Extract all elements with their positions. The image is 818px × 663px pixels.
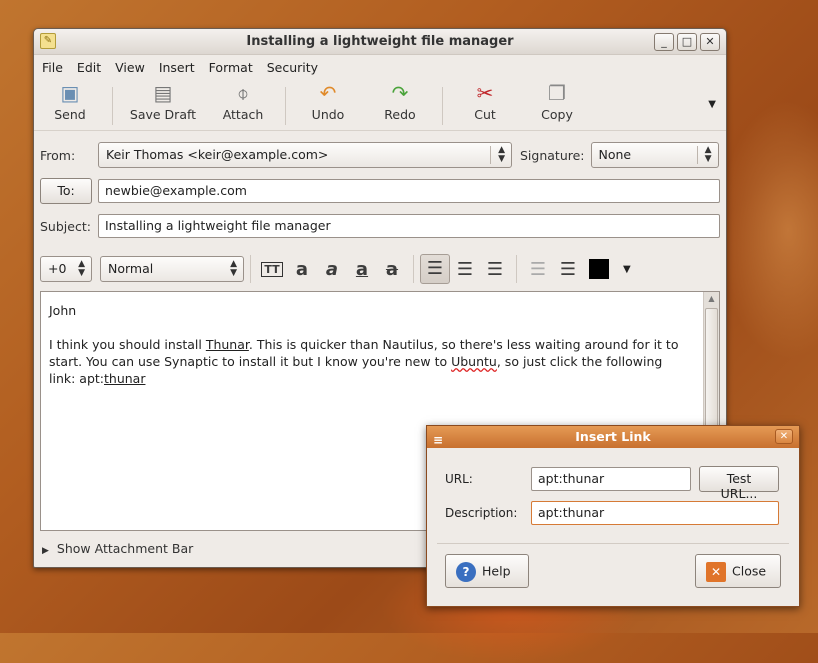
format-separator — [413, 255, 414, 283]
paragraph-style-value: Normal — [108, 261, 154, 276]
link-thunar[interactable]: thunar — [104, 371, 145, 386]
attach-button[interactable]: ⌽ Attach — [207, 81, 279, 122]
send-icon: ▣ — [60, 81, 80, 105]
help-icon: ? — [456, 562, 476, 582]
message-body: John I think you should install Thunar. … — [41, 292, 719, 387]
menu-bar: File Edit View Insert Format Security — [34, 55, 726, 79]
undo-button[interactable]: ↶ Undo — [292, 81, 364, 122]
redo-arrow-icon: ↷ — [391, 81, 409, 105]
copy-icon: ❐ — [548, 81, 566, 105]
toolbar-separator — [442, 87, 443, 125]
expander-arrow-icon: ▶ — [42, 546, 49, 556]
format-toolbar: +0 ▲ ▼ Normal ▲ ▼ TT a a a a ☰ ☰ ☰ ☰ ☰ ▼ — [40, 251, 720, 287]
word-ubuntu: Ubuntu — [451, 354, 497, 369]
url-label: URL: — [445, 472, 473, 486]
greeting-text: John — [49, 303, 77, 318]
title-bar[interactable]: ✎ Installing a lightweight file manager … — [34, 29, 726, 55]
subject-label: Subject: — [40, 218, 91, 234]
to-row: To: newbie@example.com — [40, 178, 720, 204]
bold-icon[interactable]: a — [287, 259, 317, 280]
updown-arrows-icon: ▲ ▼ — [230, 259, 237, 278]
minimize-button[interactable]: _ — [654, 33, 674, 51]
format-separator — [516, 255, 517, 283]
dialog-title: Insert Link — [575, 429, 651, 444]
toolbar-overflow-icon[interactable]: ▼ — [708, 99, 716, 110]
body-paragraph: I think you should install Thunar. This … — [49, 337, 679, 386]
dialog-close-icon[interactable]: ✕ — [775, 429, 793, 444]
menu-file[interactable]: File — [42, 60, 63, 75]
from-value: Keir Thomas <keir@example.com> — [106, 147, 329, 162]
url-field[interactable]: apt:thunar — [531, 467, 691, 491]
menu-edit[interactable]: Edit — [77, 60, 101, 75]
italic-icon[interactable]: a — [317, 259, 347, 280]
updown-arrows-icon: ▲ ▼ — [704, 145, 712, 164]
undo-arrow-icon: ↶ — [319, 81, 337, 105]
send-button[interactable]: ▣ Send — [34, 81, 106, 122]
signature-value: None — [598, 147, 632, 162]
font-size-value: +0 — [48, 261, 67, 276]
word-thunar: Thunar — [205, 337, 249, 352]
redo-button[interactable]: ↷ Redo — [364, 81, 436, 122]
close-x-icon: ✕ — [706, 562, 726, 582]
floppy-disk-icon: ▤ — [153, 81, 173, 105]
close-button[interactable]: ✕ — [700, 33, 720, 51]
toolbar-separator — [285, 87, 286, 125]
menu-format[interactable]: Format — [209, 60, 253, 75]
url-row: URL: apt:thunar Test URL... — [445, 466, 779, 501]
to-button[interactable]: To: — [40, 178, 92, 204]
updown-arrows-icon: ▲ ▼ — [498, 145, 505, 164]
paperclip-icon: ⌽ — [237, 81, 249, 105]
from-select[interactable]: Keir Thomas <keir@example.com> ▲ ▼ — [98, 142, 512, 168]
signature-select[interactable]: None ▲ ▼ — [590, 142, 719, 168]
format-overflow-icon[interactable]: ▼ — [623, 264, 631, 275]
menu-security[interactable]: Security — [267, 60, 318, 75]
dialog-title-bar[interactable]: ≡ Insert Link ✕ — [427, 426, 799, 448]
scroll-up-icon[interactable]: ▲ — [704, 292, 719, 306]
teletype-icon[interactable]: TT — [257, 261, 287, 277]
scissors-icon: ✂ — [476, 81, 494, 105]
close-dialog-button[interactable]: ✕ Close — [695, 554, 781, 588]
dialog-divider — [437, 543, 789, 544]
description-label: Description: — [445, 506, 518, 520]
format-separator — [250, 255, 251, 283]
subject-field[interactable]: Installing a lightweight file manager — [98, 214, 720, 238]
align-center-icon[interactable]: ☰ — [450, 259, 480, 280]
dialog-menu-icon[interactable]: ≡ — [433, 429, 443, 451]
window-title: Installing a lightweight file manager — [246, 34, 514, 49]
outdent-icon[interactable]: ☰ — [523, 259, 553, 280]
strikethrough-icon[interactable]: a — [377, 259, 407, 280]
align-left-icon[interactable]: ☰ — [420, 254, 450, 284]
signature-label: Signature: — [520, 147, 585, 163]
help-button[interactable]: ? Help — [445, 554, 529, 588]
to-field[interactable]: newbie@example.com — [98, 179, 720, 203]
description-row: Description: apt:thunar — [445, 500, 779, 526]
toolbar-separator — [112, 87, 113, 125]
cut-button[interactable]: ✂ Cut — [449, 81, 521, 122]
menu-view[interactable]: View — [115, 60, 145, 75]
description-field[interactable]: apt:thunar — [531, 501, 779, 525]
save-draft-button[interactable]: ▤ Save Draft — [119, 81, 207, 122]
updown-arrows-icon: ▲ ▼ — [78, 259, 85, 278]
paragraph-style-select[interactable]: Normal ▲ ▼ — [100, 256, 244, 282]
from-row: From: Keir Thomas <keir@example.com> ▲ ▼ … — [40, 142, 720, 168]
indent-icon[interactable]: ☰ — [553, 259, 583, 280]
show-attachment-bar[interactable]: ▶ Show Attachment Bar — [42, 541, 193, 556]
toolbar: ▣ Send ▤ Save Draft ⌽ Attach ↶ Undo ↷ Re… — [34, 79, 726, 131]
copy-button[interactable]: ❐ Copy — [521, 81, 593, 122]
menu-insert[interactable]: Insert — [159, 60, 195, 75]
from-label: From: — [40, 147, 76, 163]
align-right-icon[interactable]: ☰ — [480, 259, 510, 280]
test-url-button[interactable]: Test URL... — [699, 466, 779, 501]
underline-icon[interactable]: a — [347, 259, 377, 280]
font-size-select[interactable]: +0 ▲ ▼ — [40, 256, 92, 282]
subject-row: Subject: Installing a lightweight file m… — [40, 213, 720, 239]
insert-link-dialog: ≡ Insert Link ✕ URL: apt:thunar Test URL… — [426, 425, 800, 607]
text-color-swatch[interactable] — [589, 259, 609, 279]
maximize-button[interactable]: □ — [677, 33, 697, 51]
